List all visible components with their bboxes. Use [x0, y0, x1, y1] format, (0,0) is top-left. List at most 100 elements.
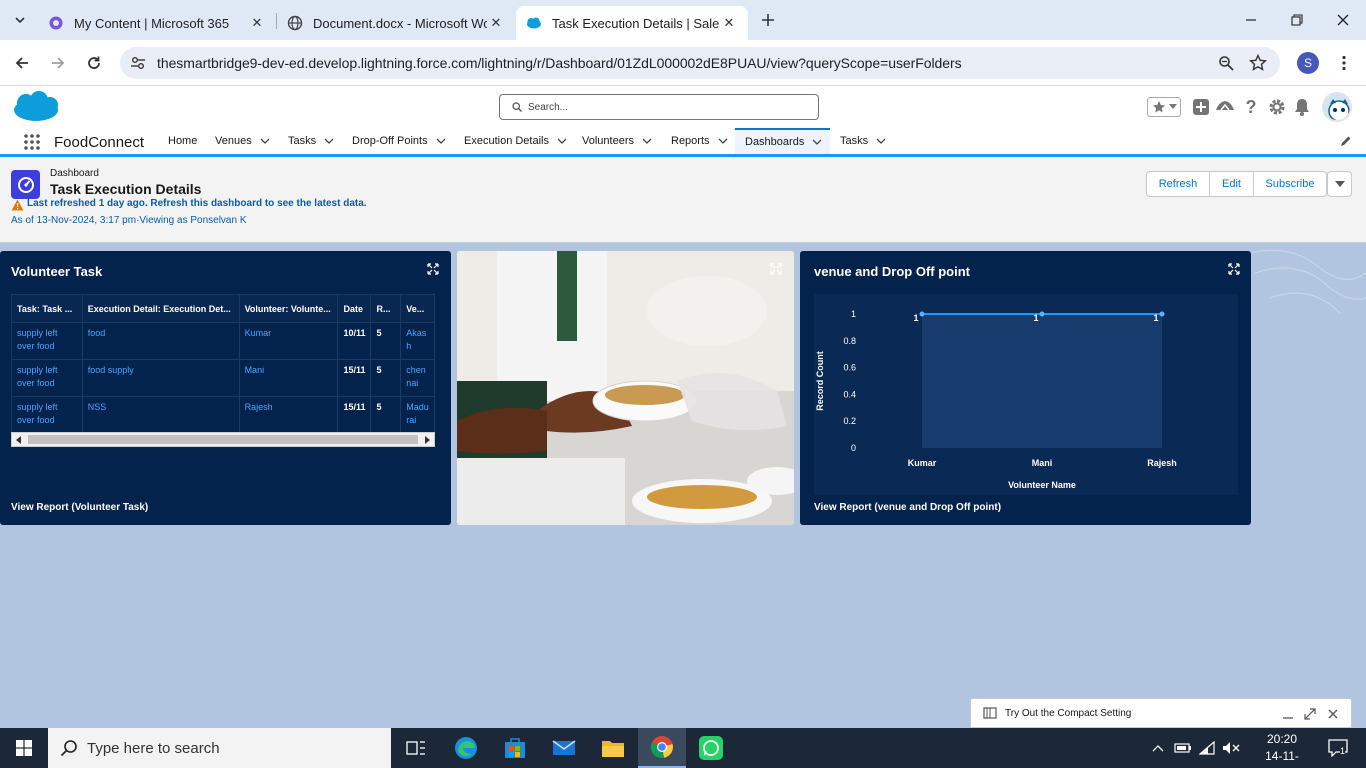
task-link[interactable]: supply left over food	[11, 322, 83, 360]
nav-item-reports[interactable]: Reports	[661, 128, 728, 154]
browser-tab-document[interactable]: Document.docx - Microsoft Wo ✕	[277, 6, 515, 40]
task-link[interactable]: supply left over food	[11, 359, 83, 397]
nav-item-home[interactable]: Home	[158, 128, 197, 154]
bookmark-button[interactable]	[1244, 49, 1272, 77]
expand-icon[interactable]	[1228, 263, 1240, 275]
chevron-down-icon[interactable]	[260, 136, 270, 146]
browser-menu-button[interactable]	[1330, 49, 1358, 77]
restore-button[interactable]	[1274, 0, 1320, 40]
nav-item-execution-details[interactable]: Execution Details	[454, 128, 567, 154]
network-status[interactable]	[1197, 728, 1219, 768]
site-info-icon[interactable]	[130, 55, 146, 71]
clock[interactable]: 20:20 14-11-2024	[1252, 731, 1312, 768]
volunteer-link[interactable]: Kumar	[238, 322, 339, 360]
scrollbar-thumb[interactable]	[28, 435, 418, 444]
taskbar-chrome[interactable]	[638, 728, 686, 768]
close-tab-icon[interactable]: ✕	[487, 14, 505, 32]
nav-item-dashboards[interactable]: Dashboards	[735, 128, 830, 154]
zoom-button[interactable]	[1212, 49, 1240, 77]
execution-detail-link[interactable]: food supply	[81, 359, 240, 397]
minimize-button[interactable]	[1228, 0, 1274, 40]
column-header[interactable]: Execution Detail: Execution Det...	[81, 294, 240, 323]
profile-button[interactable]: S	[1294, 49, 1322, 77]
taskbar-file-explorer[interactable]	[589, 728, 637, 768]
notifications-button[interactable]	[1291, 96, 1313, 118]
subscribe-button[interactable]: Subscribe	[1254, 171, 1327, 197]
volunteer-link[interactable]: Rajesh	[238, 396, 339, 434]
setup-button[interactable]	[1266, 96, 1288, 118]
app-launcher-button[interactable]	[24, 134, 40, 150]
taskbar-store[interactable]	[491, 728, 539, 768]
taskbar-mail[interactable]	[540, 728, 588, 768]
help-button[interactable]: ?	[1240, 96, 1262, 118]
close-tab-icon[interactable]: ✕	[720, 14, 738, 32]
chevron-down-icon[interactable]	[642, 136, 652, 146]
chevron-down-icon[interactable]	[812, 137, 822, 147]
taskbar-search-box[interactable]: Type here to search	[48, 728, 391, 768]
nav-item-volunteers[interactable]: Volunteers	[572, 128, 652, 154]
compact-setting-utility[interactable]: Try Out the Compact Setting	[970, 698, 1352, 728]
column-header[interactable]: Ve...	[400, 294, 435, 323]
forward-button[interactable]	[44, 49, 72, 77]
chevron-down-icon[interactable]	[324, 136, 334, 146]
execution-detail-link[interactable]: NSS	[81, 396, 240, 434]
expand-icon[interactable]	[427, 263, 439, 275]
column-header[interactable]: Volunteer: Volunte...	[238, 294, 339, 323]
r-cell: 5	[370, 359, 402, 397]
view-report-link[interactable]: View Report (Volunteer Task)	[11, 502, 148, 513]
chevron-down-icon[interactable]	[436, 136, 446, 146]
reload-button[interactable]	[80, 49, 108, 77]
back-button[interactable]	[8, 49, 36, 77]
nav-item-drop-off-points[interactable]: Drop-Off Points	[342, 128, 446, 154]
notification-center-button[interactable]: 1	[1318, 728, 1358, 768]
global-search-input[interactable]: Search...	[499, 94, 819, 120]
battery-status[interactable]	[1172, 728, 1194, 768]
show-hidden-icons-button[interactable]	[1148, 728, 1168, 768]
edit-nav-button[interactable]	[1340, 135, 1352, 147]
close-window-button[interactable]	[1320, 0, 1366, 40]
user-avatar-button[interactable]	[1322, 92, 1352, 122]
execution-detail-link[interactable]: food	[81, 322, 240, 360]
global-actions-button[interactable]	[1190, 96, 1212, 118]
task-link[interactable]: supply left over food	[11, 396, 83, 434]
more-actions-button[interactable]	[1327, 171, 1352, 197]
refresh-warning-link[interactable]: Last refreshed 1 day ago. Refresh this d…	[27, 198, 367, 209]
taskbar-edge[interactable]	[442, 728, 490, 768]
address-bar[interactable]: thesmartbridge9-dev-ed.develop.lightning…	[120, 47, 1280, 79]
column-header[interactable]: Date	[337, 294, 372, 323]
volunteer-link[interactable]: Mani	[238, 359, 339, 397]
nav-item-tasks-2[interactable]: Tasks	[830, 128, 886, 154]
nav-item-tasks[interactable]: Tasks	[278, 128, 334, 154]
scroll-left-icon[interactable]	[15, 436, 23, 444]
salesforce-logo[interactable]	[12, 90, 60, 124]
minimize-icon[interactable]	[1283, 709, 1293, 719]
start-button[interactable]	[0, 728, 48, 768]
venue-link[interactable]: chennai	[400, 359, 435, 397]
edit-button[interactable]: Edit	[1210, 171, 1254, 197]
volume-status[interactable]	[1220, 728, 1242, 768]
chevron-down-icon[interactable]	[557, 136, 567, 146]
chevron-down-icon[interactable]	[718, 136, 728, 146]
chevron-down-icon[interactable]	[876, 136, 886, 146]
browser-tab-m365[interactable]: My Content | Microsoft 365 ✕	[38, 6, 276, 40]
column-header[interactable]: Task: Task ...	[11, 294, 83, 323]
favorites-button[interactable]	[1147, 97, 1181, 117]
task-view-button[interactable]	[392, 728, 440, 768]
horizontal-scrollbar[interactable]	[11, 432, 435, 447]
expand-icon[interactable]	[770, 263, 782, 275]
browser-tab-salesforce[interactable]: Task Execution Details | Salesfor ✕	[516, 6, 748, 40]
new-tab-button[interactable]	[754, 6, 782, 34]
refresh-button[interactable]: Refresh	[1146, 171, 1210, 197]
view-report-link[interactable]: View Report (venue and Drop Off point)	[814, 502, 1001, 513]
popout-icon[interactable]	[1304, 708, 1316, 720]
column-header[interactable]: R...	[370, 294, 402, 323]
scroll-right-icon[interactable]	[423, 436, 431, 444]
close-icon[interactable]	[1328, 709, 1338, 719]
trailhead-button[interactable]	[1214, 96, 1236, 118]
nav-item-venues[interactable]: Venues	[205, 128, 270, 154]
venue-link[interactable]: Akash	[400, 322, 435, 360]
close-tab-icon[interactable]: ✕	[248, 14, 266, 32]
tab-search-button[interactable]	[6, 6, 34, 34]
taskbar-whatsapp[interactable]	[687, 728, 735, 768]
venue-link[interactable]: Madurai	[400, 396, 435, 434]
